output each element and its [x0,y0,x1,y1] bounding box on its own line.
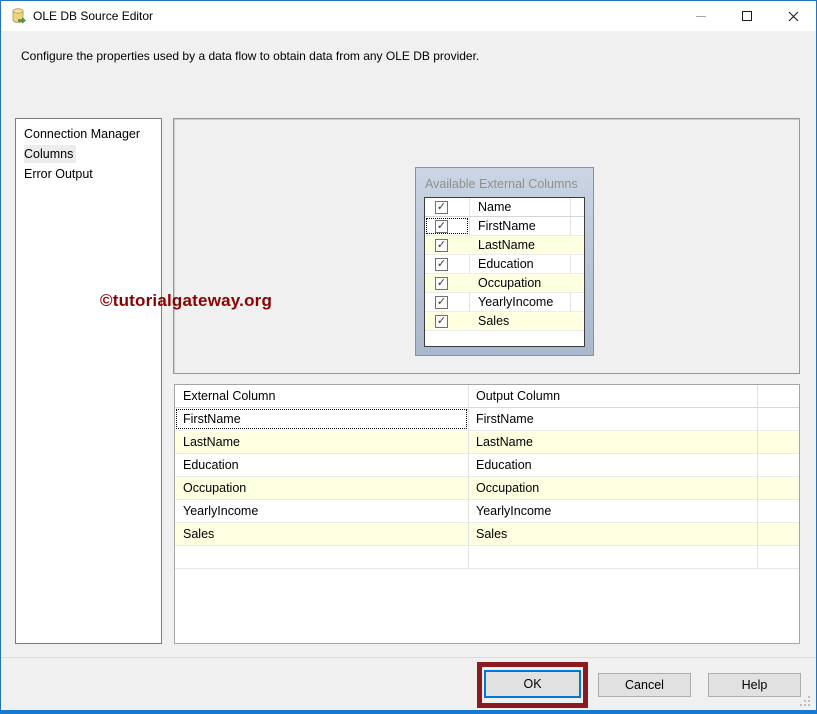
name-column-header: Name [478,200,512,214]
external-column-cell[interactable]: FirstName [175,408,468,430]
output-column-cell[interactable]: Sales [468,523,757,545]
checkbox-cell[interactable] [425,217,469,235]
list-header-row: Name [425,198,584,217]
columns-page-panel: Available External Columns Name FirstNam… [173,118,800,374]
grid-row-lastname[interactable]: LastName LastName [175,431,799,454]
external-column-header: External Column [183,389,276,403]
tutorialgateway-watermark: ©tutorialgateway.org [100,291,273,310]
dialog-description: Configure the properties used by a data … [21,49,480,63]
checkbox-cell[interactable] [425,293,469,311]
minimize-icon [696,15,706,17]
cancel-button[interactable]: Cancel [598,673,691,697]
checkbox-checked-icon[interactable] [435,276,448,290]
list-item-lastname[interactable]: LastName [425,236,584,255]
red-highlight-annotation: OK [477,662,588,708]
output-column-cell[interactable]: Education [468,454,757,476]
external-column-cell[interactable]: LastName [175,431,468,453]
help-button[interactable]: Help [708,673,801,697]
grid-row-occupation[interactable]: Occupation Occupation [175,477,799,500]
available-external-columns-list: Name FirstName LastName Education Occupa… [424,197,585,347]
checkbox-cell[interactable] [425,312,469,330]
nav-item-columns[interactable]: Columns [16,144,161,164]
column-mapping-grid: External Column Output Column FirstName … [174,384,800,644]
external-column-cell[interactable]: Sales [175,523,468,545]
ole-db-source-editor-dialog: OLE DB Source Editor Configure the prope… [0,0,817,714]
selected-nav-highlight: Columns [24,145,77,163]
grid-row-firstname[interactable]: FirstName FirstName [175,408,799,431]
available-external-columns-panel: Available External Columns Name FirstNam… [415,167,594,356]
list-item-sales[interactable]: Sales [425,312,584,331]
close-icon [788,11,798,21]
maximize-icon [742,11,752,21]
page-list: Connection Manager Columns Error Output [15,118,162,644]
close-button[interactable] [770,1,816,31]
select-all-cell[interactable] [425,198,469,216]
available-external-columns-title: Available External Columns [425,177,578,191]
checkbox-cell[interactable] [425,274,469,292]
output-column-cell[interactable]: LastName [468,431,757,453]
nav-item-connection-manager[interactable]: Connection Manager [16,124,161,144]
grid-row-sales[interactable]: Sales Sales [175,523,799,546]
output-column-cell[interactable]: Occupation [468,477,757,499]
list-item-yearlyincome[interactable]: YearlyIncome [425,293,584,312]
checkbox-checked-icon[interactable] [435,257,448,271]
output-column-cell[interactable]: FirstName [468,408,757,430]
minimize-button[interactable] [678,1,724,31]
title-bar[interactable]: OLE DB Source Editor [1,1,816,31]
footer-separator [1,657,816,658]
checkbox-checked-icon[interactable] [435,295,448,309]
maximize-button[interactable] [724,1,770,31]
window-title: OLE DB Source Editor [33,9,154,23]
external-column-cell[interactable]: YearlyIncome [175,500,468,522]
list-item-occupation[interactable]: Occupation [425,274,584,293]
grid-row-education[interactable]: Education Education [175,454,799,477]
checkbox-checked-icon[interactable] [435,314,448,328]
external-column-cell[interactable]: Education [175,454,468,476]
checkbox-cell[interactable] [425,255,469,273]
output-column-cell[interactable]: YearlyIncome [468,500,757,522]
database-source-icon [12,8,26,24]
list-item-education[interactable]: Education [425,255,584,274]
grid-header-row: External Column Output Column [175,385,799,408]
nav-item-error-output[interactable]: Error Output [16,164,161,184]
select-all-checkbox-checked-icon[interactable] [435,200,448,214]
checkbox-checked-icon[interactable] [435,219,448,233]
grid-empty-row[interactable] [175,546,799,569]
output-column-header: Output Column [476,389,561,403]
resize-grip[interactable] [799,695,811,707]
external-column-cell[interactable]: Occupation [175,477,468,499]
ok-button[interactable]: OK [484,670,581,698]
checkbox-cell[interactable] [425,236,469,254]
grid-column-divider [757,385,758,569]
checkbox-checked-icon[interactable] [435,238,448,252]
grid-row-yearlyincome[interactable]: YearlyIncome YearlyIncome [175,500,799,523]
grid-column-divider [468,385,469,569]
list-item-firstname[interactable]: FirstName [425,217,584,236]
